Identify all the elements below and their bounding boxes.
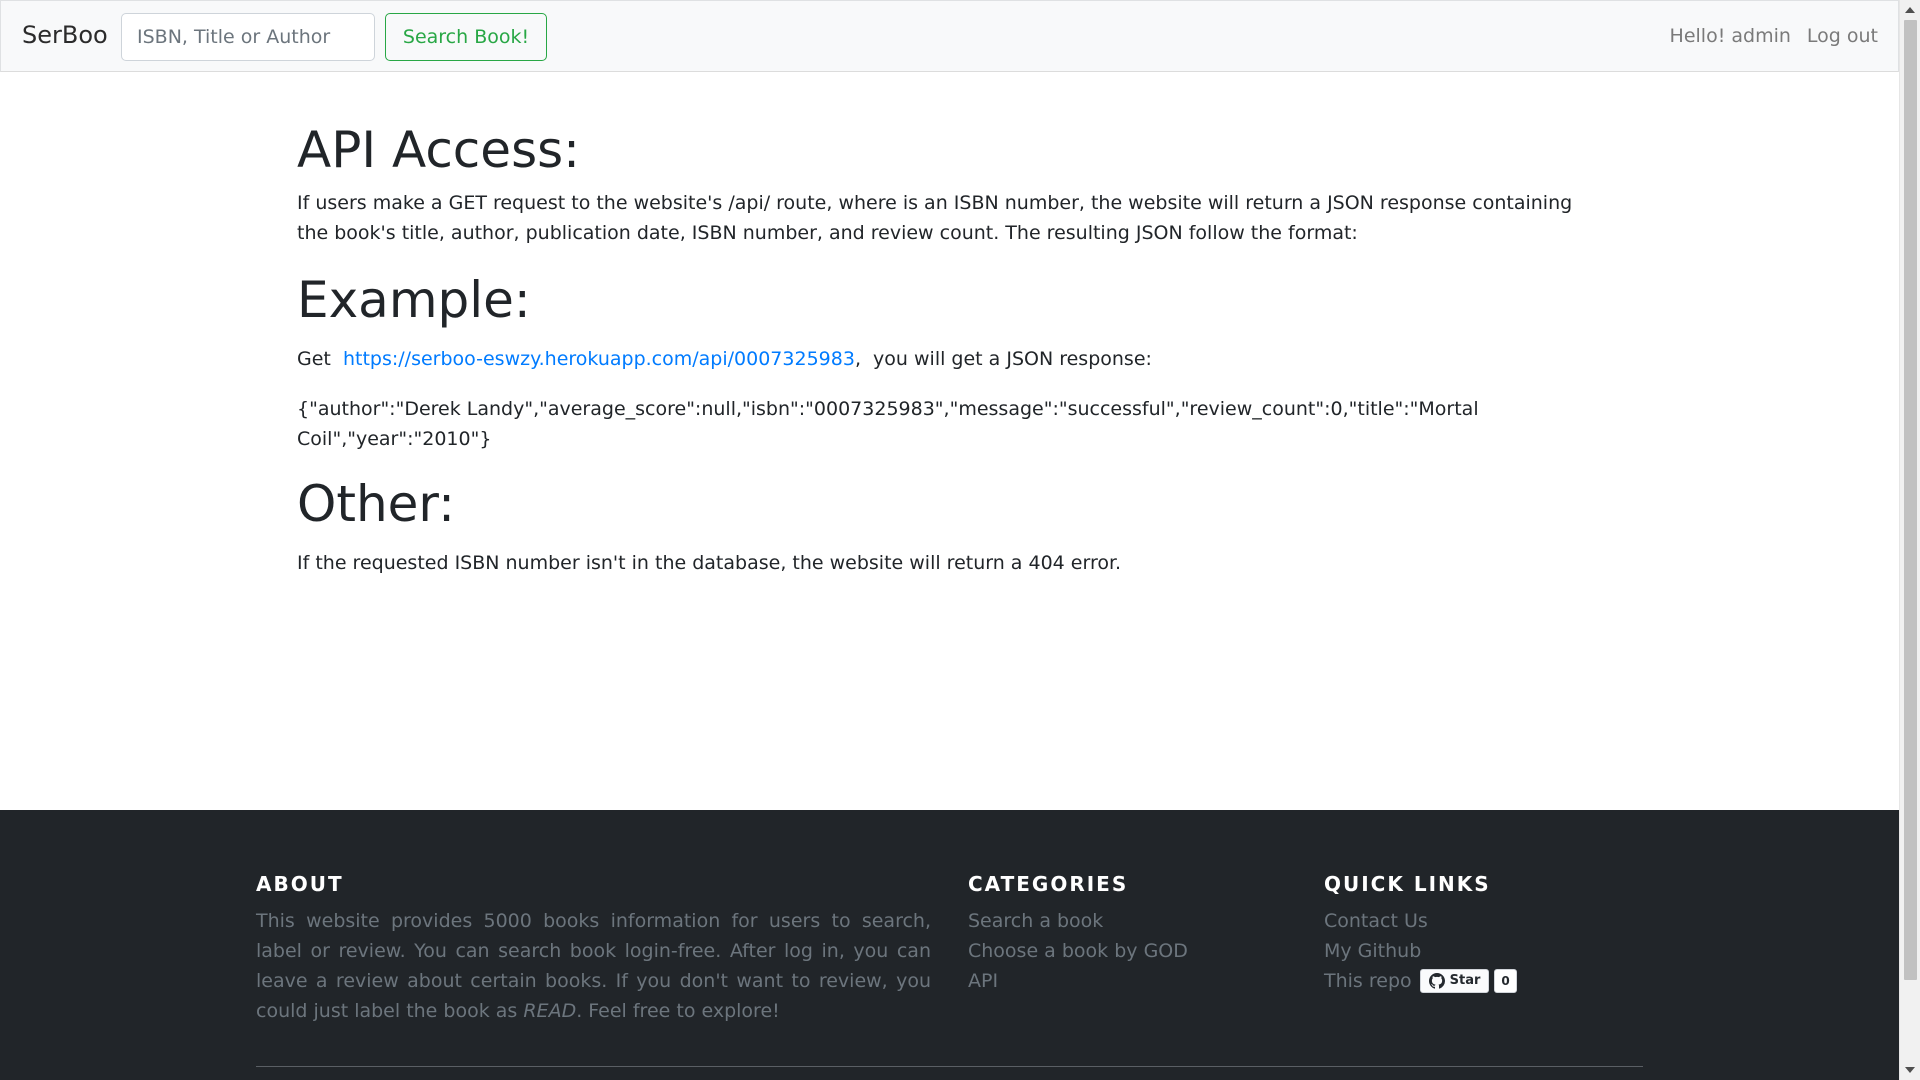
about-text-emphasis: READ (523, 1000, 577, 1022)
footer-quick-links: QUICK LINKS Contact Us My Github This re… (1324, 872, 1624, 996)
example-api-link[interactable]: https://serboo-eswzy.herokuapp.com/api/0… (343, 348, 855, 370)
category-search-book[interactable]: Search a book (968, 906, 1268, 936)
search-input[interactable] (121, 13, 375, 61)
about-text: This website provides 5000 books informa… (256, 906, 931, 1026)
example-heading: Example: (297, 271, 531, 329)
quick-links-heading: QUICK LINKS (1324, 872, 1491, 896)
example-json-response: {"author":"Derek Landy","average_score":… (297, 398, 1479, 450)
brand-logo[interactable]: SerBoo (22, 21, 108, 49)
footer-divider (256, 1066, 1643, 1067)
scroll-up-icon[interactable] (1905, 7, 1915, 13)
scroll-thumb[interactable] (1904, 20, 1917, 980)
main-content: API Access: If users make a GET request … (297, 120, 1597, 578)
about-heading: ABOUT (256, 872, 344, 896)
footer-categories: CATEGORIES Search a book Choose a book b… (968, 872, 1268, 996)
github-icon (1428, 973, 1445, 989)
categories-heading: CATEGORIES (968, 872, 1129, 896)
footer: ABOUT This website provides 5000 books i… (0, 810, 1899, 1080)
my-github-link[interactable]: My Github (1324, 936, 1624, 966)
category-choose-book[interactable]: Choose a book by GOD (968, 936, 1268, 966)
repo-label: This repo (1324, 970, 1412, 992)
example-prefix: Get (297, 348, 331, 370)
contact-us-link[interactable]: Contact Us (1324, 906, 1624, 936)
example-suffix: , you will get a JSON response: (854, 348, 1152, 370)
footer-about: ABOUT This website provides 5000 books i… (256, 872, 931, 1026)
repo-row: This repo Star 0 (1324, 966, 1624, 996)
star-label: Star (1449, 973, 1481, 988)
api-access-description: If users make a GET request to the websi… (297, 192, 1573, 244)
api-access-heading: API Access: (297, 121, 581, 179)
about-text-end: . Feel free to explore! (576, 1000, 780, 1022)
nav-user-links: Hello! admin Log out (1670, 25, 1878, 47)
greeting-link[interactable]: Hello! admin (1670, 25, 1791, 47)
other-description: If the requested ISBN number isn't in th… (297, 552, 1122, 574)
category-api[interactable]: API (968, 966, 1268, 996)
search-button[interactable]: Search Book! (385, 13, 547, 61)
example-request-line: Get https://serboo-eswzy.herokuapp.com/a… (297, 344, 1597, 374)
github-star-button[interactable]: Star (1419, 969, 1490, 993)
logout-link[interactable]: Log out (1807, 25, 1878, 47)
navbar: SerBoo Search Book! Hello! admin Log out (0, 0, 1899, 72)
vertical-scrollbar[interactable] (1899, 0, 1920, 1080)
star-count[interactable]: 0 (1494, 969, 1517, 993)
page: SerBoo Search Book! Hello! admin Log out… (0, 0, 1920, 1080)
scroll-down-icon[interactable] (1905, 1067, 1915, 1073)
other-heading: Other: (297, 475, 455, 533)
